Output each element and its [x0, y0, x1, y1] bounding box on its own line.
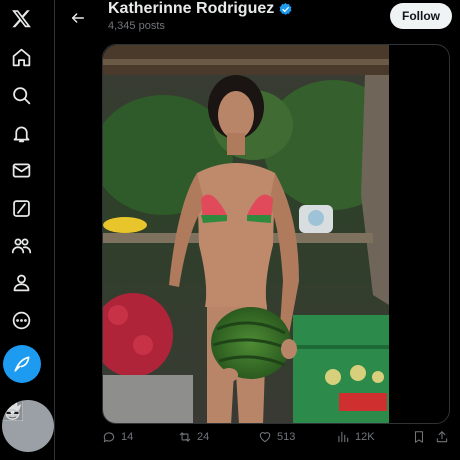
- post-actions: 14 24 513 12K: [102, 428, 450, 452]
- profile-title: Katherinne Rodriguez 4,345 posts: [108, 0, 293, 32]
- repost-icon: [179, 432, 191, 442]
- like-count: 513: [277, 431, 296, 443]
- notifications-icon[interactable]: [7, 119, 35, 147]
- arrow-left-icon: [71, 13, 85, 23]
- profile-name-row: Katherinne Rodriguez: [108, 0, 293, 18]
- like-button[interactable]: 513: [258, 430, 295, 444]
- reply-icon: [103, 432, 115, 443]
- post-compose-icon: [14, 356, 30, 372]
- share-icon: [436, 431, 448, 443]
- messages-icon[interactable]: [7, 156, 35, 184]
- more-icon[interactable]: [7, 306, 35, 334]
- communities-icon[interactable]: [7, 231, 35, 259]
- left-nav: [0, 0, 54, 460]
- home-icon[interactable]: [7, 43, 35, 71]
- reply-count: 14: [121, 431, 134, 443]
- profile-icon[interactable]: [7, 268, 35, 296]
- bookmark-icon: [414, 431, 424, 443]
- reply-button[interactable]: 14: [102, 430, 133, 444]
- bookmark-button[interactable]: [412, 430, 426, 444]
- account-avatar[interactable]: [2, 400, 54, 452]
- verified-badge-icon: [279, 2, 292, 15]
- follow-button[interactable]: Follow: [390, 3, 452, 29]
- views-button[interactable]: 12K: [336, 430, 375, 444]
- profile-header: Katherinne Rodriguez 4,345 posts Follow: [55, 0, 460, 40]
- heart-icon: [259, 432, 271, 443]
- profile-name: Katherinne Rodriguez: [108, 0, 275, 17]
- share-button[interactable]: [435, 430, 449, 444]
- views-chart-icon: [338, 431, 349, 443]
- column-divider: [54, 0, 55, 460]
- back-button[interactable]: [63, 3, 93, 33]
- views-count: 12K: [355, 431, 375, 443]
- posts-count: 4,345 posts: [108, 20, 165, 32]
- grok-icon[interactable]: [7, 194, 35, 222]
- repost-count: 24: [197, 431, 210, 443]
- post-media[interactable]: [102, 44, 450, 424]
- post-compose-button[interactable]: [3, 345, 41, 383]
- search-icon[interactable]: [7, 81, 35, 109]
- x-logo-icon[interactable]: [7, 4, 35, 32]
- post-photo[interactable]: [103, 45, 389, 423]
- repost-button[interactable]: 24: [178, 430, 209, 444]
